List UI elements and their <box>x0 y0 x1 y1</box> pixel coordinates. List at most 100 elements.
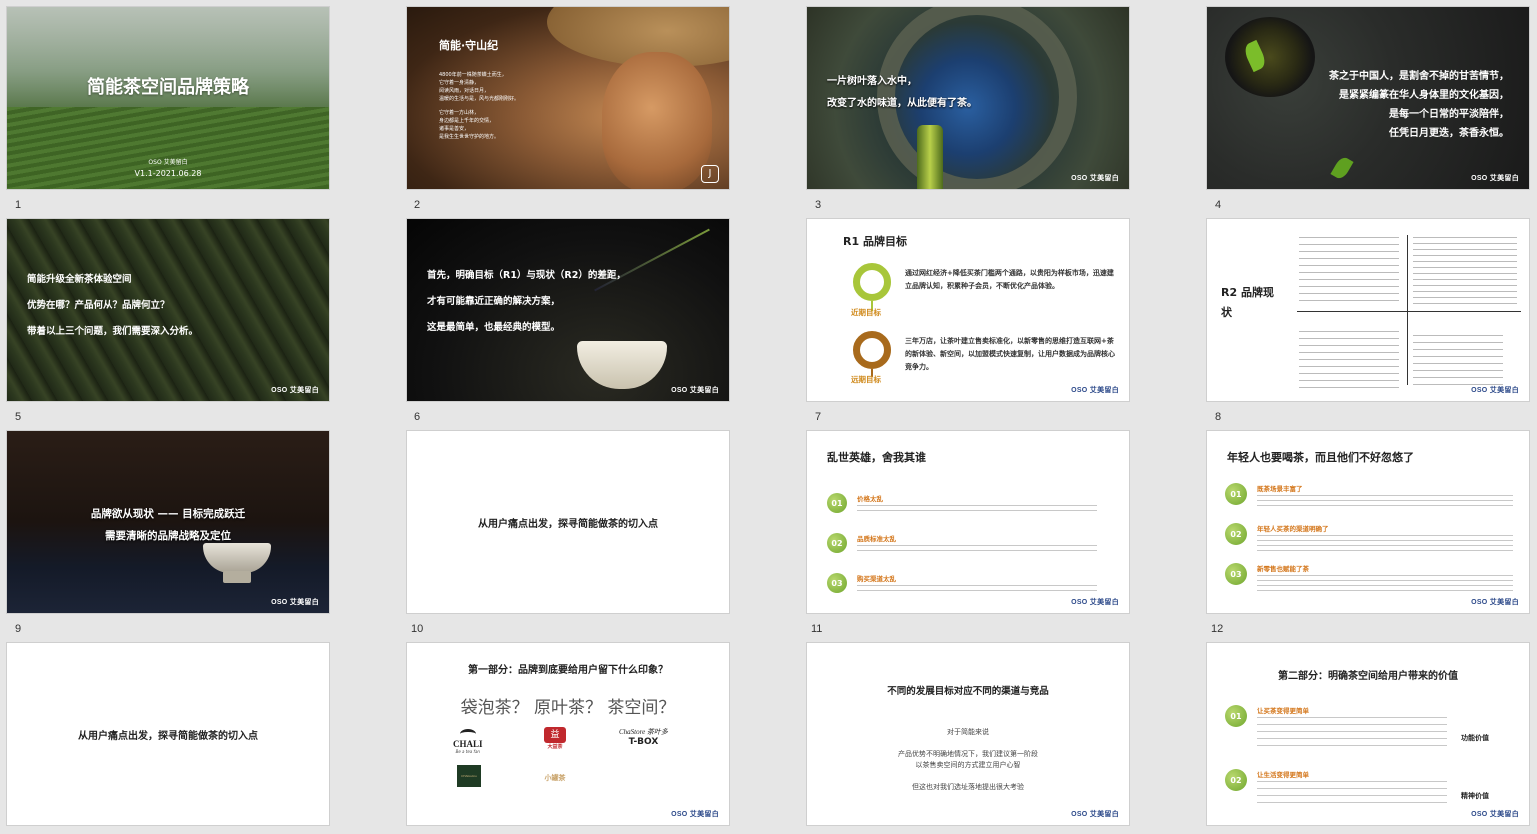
slide-number: 9 <box>15 623 22 635</box>
item-tag: 功能价值 <box>1461 734 1489 742</box>
slide-thumbnail-2[interactable]: 简能·守山纪 4800年前一株随茶蝶土而生， 它守着一身清静， 阅读风雨，对话日月，… <box>406 6 730 190</box>
quadrant-text-br <box>1413 335 1503 385</box>
slide-heading: 简能·守山纪 <box>439 39 499 52</box>
item-text <box>857 545 1097 555</box>
slide-number: 5 <box>15 411 22 423</box>
brand-logo-chali: CHALI Be a tea fan <box>453 729 483 754</box>
slide-number: 8 <box>1215 411 1222 423</box>
item-text <box>1257 535 1513 553</box>
bowl-stand <box>223 571 251 583</box>
logo: OSO 艾美留白 <box>1471 175 1519 182</box>
slide-number: 7 <box>815 411 822 423</box>
slide-title: 第二部分：明确茶空间给用户带来的价值 <box>1278 671 1458 682</box>
slide-thumbnail-12[interactable]: 年轻人也要喝茶，而且他们不好忽悠了 01 既茶场景丰富了 02 年轻人买茶的渠道… <box>1206 430 1530 614</box>
tea-leaf-2 <box>1330 154 1354 182</box>
slide-thumbnail-3[interactable]: 一片树叶落入水中， 改变了水的味道，从此便有了茶。 OSO 艾美留白 <box>806 6 1130 190</box>
slide-title: 从用户痛点出发，探寻简能做茶的切入点 <box>478 519 658 530</box>
item-text <box>857 585 1097 595</box>
slide-number: 2 <box>414 199 421 211</box>
item-tag: 精神价值 <box>1461 792 1489 800</box>
quadrant-hline <box>1297 311 1521 312</box>
brand-logo-chastore: ChaStore 茶叶多 T-BOX <box>619 728 668 747</box>
quadrant-text-tr <box>1413 237 1517 307</box>
slide-body: 对于简能来说 产品优势不明确地情况下，我们建议第一阶段 以茶售卖空间的方式建立用户… <box>898 728 1038 791</box>
logo: OSO 艾美留白 <box>1071 387 1119 394</box>
slide-thumbnail-7[interactable]: R1 品牌目标 近期目标 通过网红经济+降低买茶门槛两个通路，以贵阳为样板市场，… <box>806 218 1130 402</box>
far-target-text: 三年万店，让茶叶建立售卖标准化，以新零售的思维打造互联网+茶的新体验、新空间，以… <box>905 337 1115 371</box>
item-badge: 03 <box>827 573 847 593</box>
chali-emblem-icon <box>459 729 476 739</box>
logo: OSO 艾美留白 <box>1471 599 1519 606</box>
slide-title: 年轻人也要喝茶，而且他们不好忽悠了 <box>1227 451 1414 464</box>
item-text <box>1257 781 1447 809</box>
item-badge: 02 <box>1225 523 1247 545</box>
quadrant-text-tl <box>1299 237 1399 307</box>
slide-thumbnail-15[interactable]: 不同的发展目标对应不同的渠道与竞品 对于简能来说 产品优势不明确地情况下，我们建… <box>806 642 1130 826</box>
item-heading: 既茶场景丰富了 <box>1257 485 1303 493</box>
logo: OSO 艾美留白 <box>1471 811 1519 818</box>
item-badge: 02 <box>1225 769 1247 791</box>
question-text: 袋泡茶？ 原叶茶？ 茶空间？ <box>460 698 676 718</box>
logo: OSO 艾美留白 <box>1471 387 1519 394</box>
logo: OSO 艾美留白 <box>271 387 319 394</box>
brand-logo-dayi: 益 大益茶 <box>543 727 567 755</box>
slide-number: 6 <box>414 411 421 423</box>
item-text <box>1257 495 1513 509</box>
slide-thumbnail-9[interactable]: 品牌欲从现状 —— 目标完成跃迁 需要清晰的品牌战略及定位 OSO 艾美留白 <box>6 430 330 614</box>
item-badge: 01 <box>1225 705 1247 727</box>
slide-body: 4800年前一株随茶蝶土而生， 它守着一身清静， 阅读风雨，对话日月， 温暖的生活与是… <box>439 72 520 140</box>
item-heading: 让买茶变得更简单 <box>1257 707 1309 715</box>
slide-title: 乱世英雄，舍我其谁 <box>827 451 926 464</box>
slide-number: 3 <box>815 199 822 211</box>
far-target-icon <box>853 331 891 369</box>
slide-title: R2 品牌现状 <box>1221 286 1274 319</box>
slide-text: 品牌欲从现状 —— 目标完成跃迁 需要清晰的品牌战略及定位 <box>90 508 246 542</box>
quadrant-vline <box>1407 235 1408 385</box>
slide-thumbnail-11[interactable]: 乱世英雄，舍我其谁 01 价格太乱 02 品质标准太乱 03 购买渠道太乱 OS… <box>806 430 1130 614</box>
slide-thumbnail-8[interactable]: R2 品牌现状 OSO 艾美留白 <box>1206 218 1530 402</box>
slide-title: 不同的发展目标对应不同的渠道与竞品 <box>887 686 1049 697</box>
item-badge: 03 <box>1225 563 1247 585</box>
slide-text: 简能升级全新茶体验空间 优势在哪？产品何从？品牌何立？ 带着以上三个问题，我们需要深… <box>27 274 199 337</box>
slide-thumbnail-14[interactable]: 第一部分：品牌到底要给用户留下什么印象？ 袋泡茶？ 原叶茶？ 茶空间？ CHAL… <box>406 642 730 826</box>
item-heading: 购买渠道太乱 <box>857 575 896 583</box>
logo: OSO 艾美留白 <box>671 811 719 818</box>
logo: OSO 艾美留白 <box>1071 599 1119 606</box>
dayi-badge-icon: 益 <box>544 727 566 743</box>
farmer-face <box>602 52 712 189</box>
item-text <box>1257 575 1513 595</box>
slide-text: 一片树叶落入水中， 改变了水的味道，从此便有了茶。 <box>827 76 977 109</box>
slide-thumbnail-4[interactable]: 茶之于中国人，是割舍不掉的甘苦情节， 是紧紧编篆在华人身体里的文化基因， 是每一个日… <box>1206 6 1530 190</box>
near-target-label: 近期目标 <box>851 308 881 317</box>
slide-thumbnail-6[interactable]: 首先，明确目标（R1）与现状（R2）的差距， 才有可能靠近正确的解决方案， 这是最简… <box>406 218 730 402</box>
slide-text: 茶之于中国人，是割舍不掉的甘苦情节， 是紧紧编篆在华人身体里的文化基因， 是每一个日… <box>1329 71 1509 139</box>
far-target-label: 远期目标 <box>851 375 881 384</box>
slide-thumbnail-16[interactable]: 第二部分：明确茶空间给用户带来的价值 01 让买茶变得更简单 功能价值 02 让… <box>1206 642 1530 826</box>
item-heading: 品质标准太乱 <box>857 535 896 543</box>
slide-thumbnail-1[interactable]: 简能茶空间品牌策略 OSO 艾美留白 V1.1-2021.06.28 <box>6 6 330 190</box>
mist-overlay <box>7 7 329 117</box>
slide-thumbnail-10[interactable]: 从用户痛点出发，探寻简能做茶的切入点 <box>406 430 730 614</box>
bamboo-spout <box>917 125 943 189</box>
logo: OSO 艾美留白 <box>271 599 319 606</box>
logo: OSO 艾美留白 <box>1071 811 1119 818</box>
tea-bowl <box>203 543 271 573</box>
seal-icon: J <box>701 165 719 183</box>
item-text <box>1257 717 1447 751</box>
item-badge: 02 <box>827 533 847 553</box>
slide-thumbnail-13[interactable]: 从用户痛点出发，探寻简能做茶的切入点 <box>6 642 330 826</box>
slide-thumbnail-5[interactable]: 简能升级全新茶体验空间 优势在哪？产品何从？品牌何立？ 带着以上三个问题，我们需要深… <box>6 218 330 402</box>
slide-number: 11 <box>811 623 823 635</box>
slide-title: 从用户痛点出发，探寻简能做茶的切入点 <box>78 731 258 742</box>
slide-title: 简能茶空间品牌策略 <box>87 77 249 98</box>
item-heading: 价格太乱 <box>857 495 883 503</box>
slide-text: 首先，明确目标（R1）与现状（R2）的差距， 才有可能靠近正确的解决方案， 这是最简… <box>427 270 626 333</box>
logo: OSO 艾美留白 <box>148 159 188 166</box>
item-heading: 新零售也赋能了茶 <box>1257 565 1309 573</box>
item-heading: 年轻人买茶的渠道明确了 <box>1257 525 1329 533</box>
item-badge: 01 <box>1225 483 1247 505</box>
brand-logo-xiaoguan: 小罐茶 <box>544 774 566 782</box>
item-heading: 让生活变得更简单 <box>1257 771 1309 779</box>
slide-title: 第一部分：品牌到底要给用户留下什么印象？ <box>468 665 668 676</box>
logo: OSO 艾美留白 <box>1071 175 1119 182</box>
